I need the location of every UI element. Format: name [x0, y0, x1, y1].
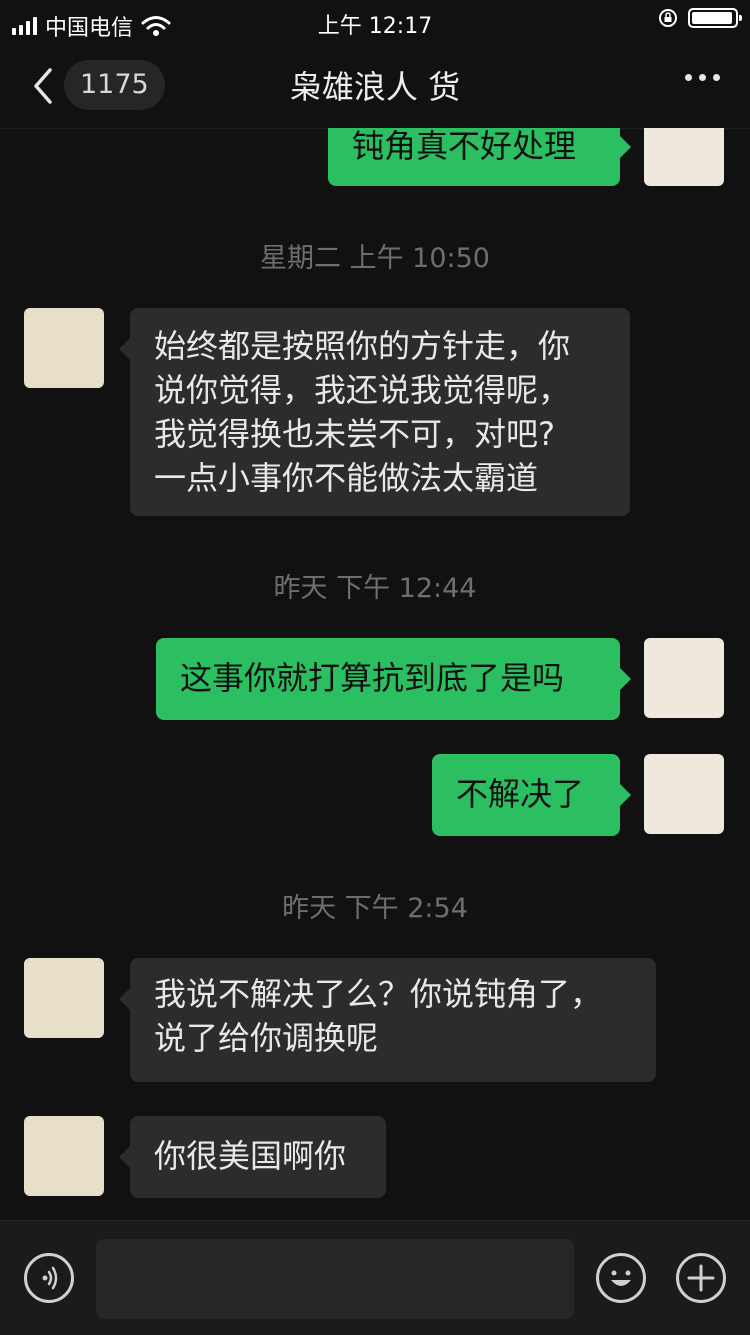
contact-avatar[interactable]: [24, 308, 104, 388]
my-avatar[interactable]: [644, 128, 724, 186]
outgoing-message[interactable]: 钝角真不好处理: [328, 128, 631, 186]
contact-avatar[interactable]: [24, 958, 104, 1038]
incoming-message[interactable]: 你很美国啊你: [119, 1116, 386, 1198]
incoming-message[interactable]: 始终都是按照你的方针走，你 说你觉得，我还说我觉得呢， 我觉得换也未尝不可，对吧…: [119, 308, 630, 516]
input-bar: [0, 1220, 750, 1335]
my-avatar[interactable]: [644, 638, 724, 718]
outgoing-message[interactable]: 不解决了: [432, 754, 631, 836]
clock: 上午 12:17: [317, 14, 433, 39]
plus-icon[interactable]: [676, 1253, 726, 1303]
more-icon[interactable]: [685, 74, 720, 81]
chat-title: 枭雄浪人 货: [289, 68, 461, 106]
chat-header: 1175 枭雄浪人 货: [0, 44, 750, 129]
outgoing-message[interactable]: 这事你就打算抗到底了是吗: [156, 638, 631, 720]
contact-avatar[interactable]: [24, 1116, 104, 1196]
message-timestamp: 星期二 上午 10:50: [260, 243, 490, 274]
status-bar: 中国电信 上午 12:17: [0, 0, 750, 44]
message-timestamp: 昨天 下午 2:54: [282, 893, 468, 924]
voice-icon[interactable]: [24, 1253, 74, 1303]
battery-icon: [688, 8, 742, 28]
message-list[interactable]: 钝角真不好处理 星期二 上午 10:50 始终都是按照你的方针走，你 说你觉得，…: [0, 128, 750, 1220]
incoming-message[interactable]: 我说不解决了么？你说钝角了， 说了给你调换呢: [119, 958, 656, 1082]
emoji-icon[interactable]: [596, 1253, 646, 1303]
message-input[interactable]: [96, 1239, 574, 1319]
my-avatar[interactable]: [644, 754, 724, 834]
orientation-lock-icon: [659, 9, 677, 27]
message-timestamp: 昨天 下午 12:44: [273, 573, 477, 604]
